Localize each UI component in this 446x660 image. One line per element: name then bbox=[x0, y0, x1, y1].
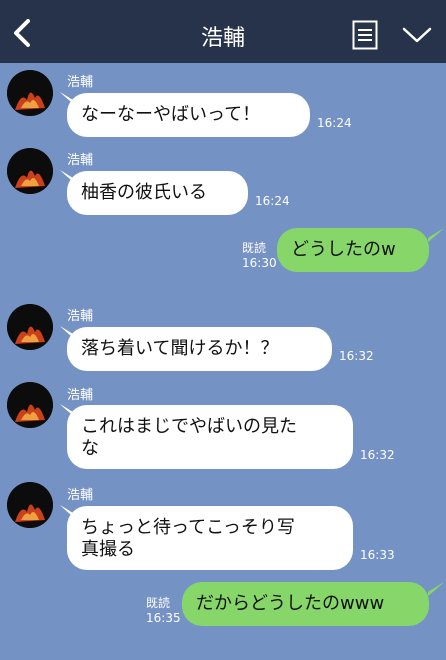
message-bubble: ちょっと待ってこっそり写 真撮る bbox=[67, 506, 353, 570]
chat-title: 浩輔 bbox=[200, 26, 245, 51]
avatar[interactable] bbox=[7, 148, 53, 194]
sender-name: 浩輔 bbox=[67, 153, 94, 168]
avatar[interactable] bbox=[7, 382, 53, 428]
message-time: 16:35 bbox=[146, 611, 181, 625]
read-receipt: 既読 bbox=[146, 596, 171, 610]
message-bubble: 柚香の彼氏いる bbox=[67, 171, 248, 215]
message-time: 16:32 bbox=[360, 448, 395, 462]
read-receipt: 既読 bbox=[242, 241, 267, 255]
avatar[interactable] bbox=[7, 70, 53, 116]
message-time: 16:24 bbox=[317, 116, 352, 130]
message-time: 16:24 bbox=[255, 194, 290, 208]
sender-name: 浩輔 bbox=[67, 488, 94, 503]
avatar[interactable] bbox=[7, 482, 53, 528]
message-time: 16:33 bbox=[360, 548, 395, 562]
bubble-tail bbox=[428, 228, 444, 242]
bubble-tail bbox=[428, 582, 444, 596]
message-time: 16:30 bbox=[242, 256, 277, 270]
message-time: 16:32 bbox=[339, 349, 374, 363]
sender-name: 浩輔 bbox=[67, 388, 94, 403]
message-bubble-sent: どうしたのw bbox=[277, 228, 429, 272]
chat-header: 浩輔 bbox=[0, 0, 446, 63]
message-bubble: 落ち着いて聞けるか！？ bbox=[67, 327, 332, 371]
avatar[interactable] bbox=[7, 304, 53, 350]
message-bubble-sent: だからどうしたのwww bbox=[182, 582, 429, 626]
message-bubble: これはまじでやばいの見た な bbox=[67, 405, 353, 469]
sender-name: 浩輔 bbox=[67, 309, 94, 324]
notes-icon[interactable] bbox=[352, 20, 378, 50]
message-bubble: なーなーやばいって！ bbox=[67, 93, 310, 137]
chevron-down-icon[interactable] bbox=[402, 26, 432, 44]
sender-name: 浩輔 bbox=[67, 75, 94, 90]
